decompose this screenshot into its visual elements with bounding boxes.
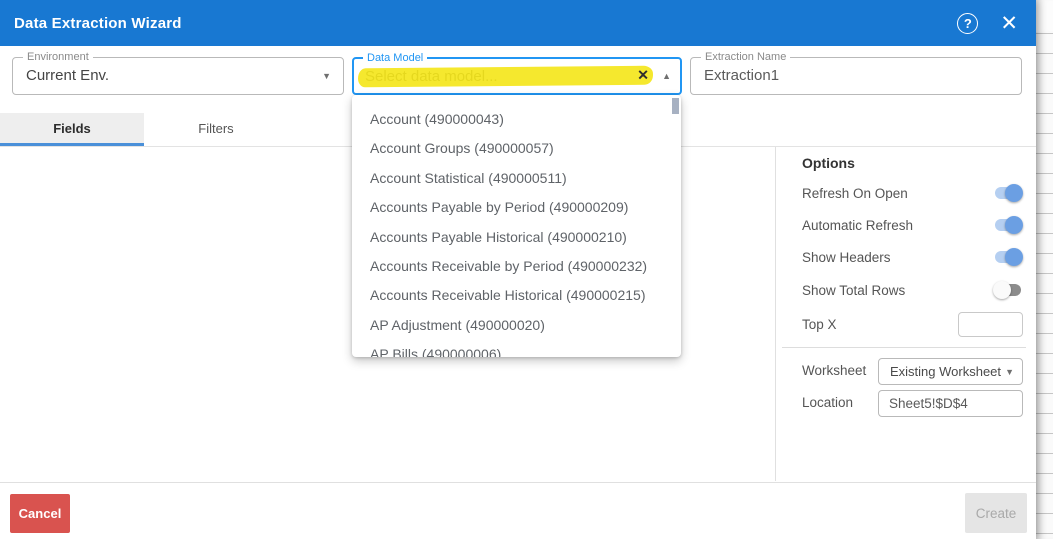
toggle-thumb [1005, 216, 1023, 234]
dropdown-item[interactable]: AP Bills (490000006) [352, 340, 681, 357]
worksheet-value: Existing Worksheet [879, 359, 1022, 384]
data-model-input[interactable] [365, 61, 635, 91]
options-section-divider [782, 347, 1026, 348]
show-total-rows-label: Show Total Rows [802, 283, 905, 298]
dropdown-item[interactable]: Account Groups (490000057) [352, 134, 681, 163]
spreadsheet-background [1036, 0, 1053, 539]
dropdown-item[interactable]: AP Adjustment (490000020) [352, 311, 681, 340]
chevron-down-icon[interactable]: ▼ [1005, 367, 1014, 377]
automatic-refresh-label: Automatic Refresh [802, 218, 913, 233]
data-extraction-wizard-dialog: Data Extraction Wizard ? ✕ Environment C… [0, 0, 1036, 539]
dropdown-item[interactable]: Account (490000043) [352, 105, 681, 134]
environment-label: Environment [23, 51, 93, 64]
chevron-down-icon[interactable]: ▼ [322, 71, 331, 81]
location-input[interactable] [878, 390, 1023, 417]
tab-bar: Fields Filters [0, 113, 288, 146]
show-headers-toggle[interactable] [993, 248, 1023, 266]
location-label: Location [802, 395, 853, 410]
dropdown-item[interactable]: Accounts Payable by Period (490000209) [352, 193, 681, 222]
data-model-dropdown: Account (490000043) Account Groups (4900… [352, 95, 681, 357]
dialog-header: Data Extraction Wizard ? ✕ [0, 0, 1036, 46]
show-total-rows-toggle[interactable] [993, 281, 1023, 299]
worksheet-label: Worksheet [802, 363, 866, 378]
tab-fields[interactable]: Fields [0, 113, 144, 146]
options-heading: Options [802, 155, 855, 171]
header-icons: ? ✕ [957, 13, 1036, 34]
dialog-title: Data Extraction Wizard [0, 15, 182, 32]
extraction-name-label: Extraction Name [701, 51, 790, 64]
screen: Data Extraction Wizard ? ✕ Environment C… [0, 0, 1053, 539]
refresh-on-open-toggle[interactable] [993, 184, 1023, 202]
dropdown-item[interactable]: Account Statistical (490000511) [352, 164, 681, 193]
extraction-name-field[interactable]: Extraction Name [690, 57, 1022, 95]
dropdown-scrollbar-thumb[interactable] [672, 98, 679, 114]
create-button[interactable]: Create [965, 493, 1027, 533]
tab-filters[interactable]: Filters [144, 113, 288, 146]
show-headers-label: Show Headers [802, 250, 891, 265]
options-panel-divider [775, 147, 776, 481]
dropdown-item[interactable]: Accounts Receivable by Period (490000232… [352, 252, 681, 281]
top-x-input[interactable] [958, 312, 1023, 337]
close-icon[interactable]: ✕ [1000, 13, 1018, 34]
top-x-label: Top X [802, 317, 837, 332]
automatic-refresh-toggle[interactable] [993, 216, 1023, 234]
toggle-thumb [1005, 248, 1023, 266]
footer-divider [0, 482, 1036, 483]
cancel-button[interactable]: Cancel [10, 494, 70, 533]
spreadsheet-header-area [1036, 0, 1053, 32]
clear-selection-icon[interactable]: ✕ [637, 66, 649, 85]
toggle-thumb [993, 281, 1011, 299]
environment-select[interactable]: Environment Current Env. ▼ [12, 57, 344, 95]
dropdown-item[interactable]: Accounts Receivable Historical (49000021… [352, 281, 681, 310]
dropdown-item[interactable]: Accounts Payable Historical (490000210) [352, 223, 681, 252]
chevron-up-icon[interactable]: ▲ [662, 71, 671, 81]
data-model-combobox[interactable]: Data Model ✕ ▲ [352, 57, 682, 95]
refresh-on-open-label: Refresh On Open [802, 186, 908, 201]
help-icon[interactable]: ? [957, 13, 978, 34]
worksheet-select[interactable]: Existing Worksheet ▼ [878, 358, 1023, 385]
toggle-thumb [1005, 184, 1023, 202]
